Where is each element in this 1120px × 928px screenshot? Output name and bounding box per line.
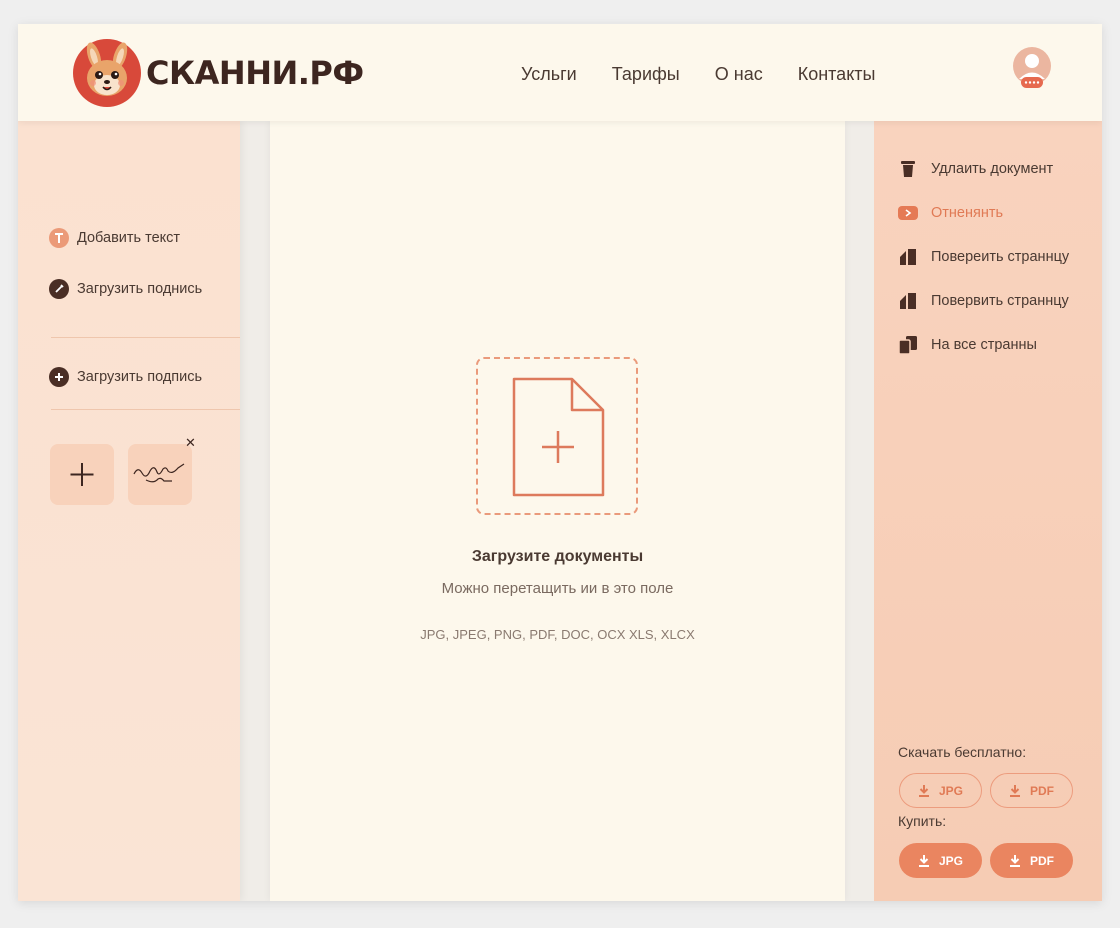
logo[interactable]: СКАННИ.РФ	[72, 38, 364, 108]
rotate-page-label: Повереить страннцу	[931, 249, 1070, 265]
signature-icon	[133, 463, 185, 483]
left-toolbar: Добавить текст Загрузить поднись Загрузи…	[18, 121, 240, 901]
upload-signature-label-2: Загрузить подпись	[77, 369, 203, 385]
upload-signature-button-2[interactable]: Загрузить подпись	[49, 367, 202, 387]
add-signature-tile[interactable]	[50, 444, 114, 505]
nav-pricing[interactable]: Тарифы	[612, 64, 680, 85]
download-icon	[1010, 785, 1020, 797]
upload-subtitle: Можно перетащить ии в это поле	[441, 580, 674, 597]
delete-document-label: Удлаить документ	[931, 161, 1054, 177]
rotate-page-label-2: Повервить страннцу	[931, 293, 1069, 309]
main-nav: Усльги Тарифы О нас Контакты	[521, 64, 910, 85]
close-icon[interactable]: ✕	[185, 435, 196, 451]
brand-name: СКАННИ.РФ	[146, 54, 364, 92]
nav-contacts[interactable]: Контакты	[798, 64, 876, 85]
apply-all-pages-label: На все странны	[931, 337, 1037, 353]
buy-label: Купить:	[898, 813, 947, 829]
rotate-page-icon	[898, 291, 918, 311]
download-icon	[918, 785, 929, 797]
undo-icon	[898, 203, 918, 223]
user-avatar-icon[interactable]	[1012, 46, 1052, 94]
add-text-label: Добавить текст	[77, 230, 181, 246]
upload-signature-label: Загрузить поднись	[77, 281, 203, 297]
upload-signature-button[interactable]: Загрузить поднись	[49, 279, 202, 299]
upload-dropzone[interactable]	[476, 357, 638, 515]
buy-pdf-button[interactable]: PDF	[990, 843, 1073, 878]
add-text-button[interactable]: Добавить текст	[49, 228, 180, 248]
buy-jpg-label: JPG	[938, 853, 963, 868]
free-download-label: Скачать бесплатно:	[898, 744, 1027, 760]
nav-services[interactable]: Усльги	[521, 64, 577, 85]
divider	[51, 409, 240, 410]
pen-icon	[49, 279, 69, 299]
plus-icon	[70, 463, 94, 486]
supported-formats: JPG, JPEG, PNG, PDF, DOC, OCX XLS, XLCX	[420, 627, 695, 642]
upload-title: Загрузите документы	[471, 548, 644, 565]
download-jpg-free-label: JPG	[938, 783, 963, 798]
document-canvas: Загрузите документы Можно перетащить ии …	[270, 121, 845, 901]
buy-jpg-button[interactable]: JPG	[899, 843, 982, 878]
kangaroo-mascot-icon	[73, 39, 141, 107]
cancel-label: Отненянть	[931, 205, 1004, 221]
download-icon	[918, 855, 929, 867]
app-window: СКАННИ.РФ Усльги Тарифы О нас Контакты Д…	[18, 24, 1102, 901]
rotate-page-button[interactable]: Повереить страннцу	[898, 247, 1069, 267]
add-document-icon	[512, 377, 605, 497]
download-pdf-free-label: PDF	[1030, 783, 1054, 798]
copy-pages-icon	[898, 335, 918, 355]
download-icon	[1010, 855, 1020, 867]
header: СКАННИ.РФ Усльги Тарифы О нас Контакты	[18, 24, 1102, 121]
text-icon	[49, 228, 69, 248]
cancel-button[interactable]: Отненянть	[898, 203, 1003, 223]
rotate-page-button-2[interactable]: Повервить страннцу	[898, 291, 1069, 311]
download-pdf-free-button[interactable]: PDF	[990, 773, 1073, 808]
plus-icon	[49, 367, 69, 387]
apply-all-pages-button[interactable]: На все странны	[898, 335, 1037, 355]
download-jpg-free-button[interactable]: JPG	[899, 773, 982, 808]
buy-pdf-label: PDF	[1030, 853, 1054, 868]
divider	[51, 337, 240, 338]
right-toolbar: Удлаить документ Отненянть Повереить стр…	[874, 121, 1102, 901]
signature-thumbnail[interactable]	[128, 444, 192, 505]
trash-icon	[898, 159, 918, 179]
nav-about[interactable]: О нас	[715, 64, 763, 85]
delete-document-button[interactable]: Удлаить документ	[898, 159, 1053, 179]
rotate-page-icon	[898, 247, 918, 267]
